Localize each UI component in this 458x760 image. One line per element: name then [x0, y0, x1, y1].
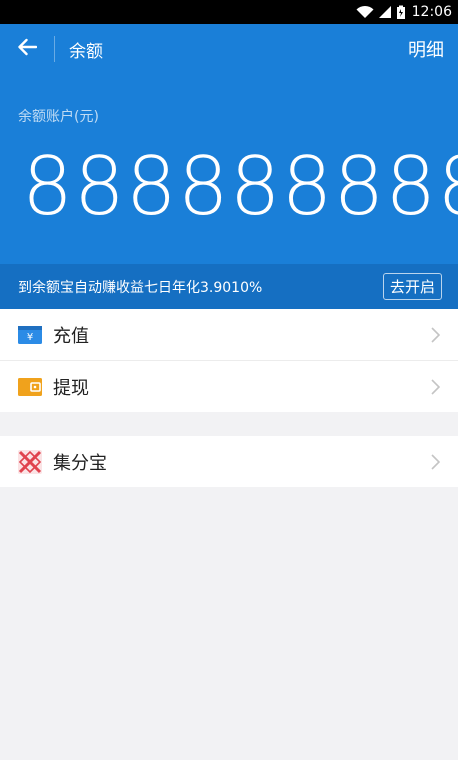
nav-divider: [54, 36, 55, 62]
signal-icon: [378, 5, 392, 19]
page-title: 余额: [69, 41, 103, 62]
wifi-icon: [356, 5, 374, 19]
status-time: 12:06: [411, 4, 452, 20]
chevron-right-icon: [431, 326, 440, 343]
wallet-icon: [18, 377, 42, 397]
promo-text: 到余额宝自动赚收益七日年化3.9010%: [18, 279, 263, 296]
recharge-card-icon: ¥: [18, 325, 42, 345]
enable-button[interactable]: 去开启: [382, 273, 442, 300]
battery-icon: [396, 5, 406, 20]
menu-item-withdraw[interactable]: 提现: [0, 361, 458, 412]
chevron-right-icon: [431, 453, 440, 470]
svg-text:¥: ¥: [27, 332, 33, 343]
menu-item-jifenbao[interactable]: 集分宝: [0, 436, 458, 487]
back-button[interactable]: [0, 24, 54, 74]
balance-header: 余额 明细 余额账户(元) 8888888888888: [0, 24, 458, 264]
yuebao-promo-bar: 到余额宝自动赚收益七日年化3.9010% 去开启: [0, 264, 458, 309]
menu-item-label: 提现: [53, 377, 89, 399]
status-bar: 12:06: [0, 0, 458, 24]
menu-item-label: 充值: [53, 325, 89, 347]
nav-bar: 余额 明细: [0, 24, 458, 74]
arrow-left-icon: [17, 38, 38, 60]
menu-item-recharge[interactable]: ¥ 充值: [0, 309, 458, 360]
jifenbao-icon: [18, 449, 42, 474]
balance-label: 余额账户(元): [18, 109, 99, 125]
status-icons: [356, 5, 406, 20]
chevron-right-icon: [431, 378, 440, 395]
menu-item-label: 集分宝: [53, 452, 107, 474]
balance-amount: 8888888888888: [22, 142, 458, 232]
detail-button[interactable]: 明细: [408, 36, 444, 62]
